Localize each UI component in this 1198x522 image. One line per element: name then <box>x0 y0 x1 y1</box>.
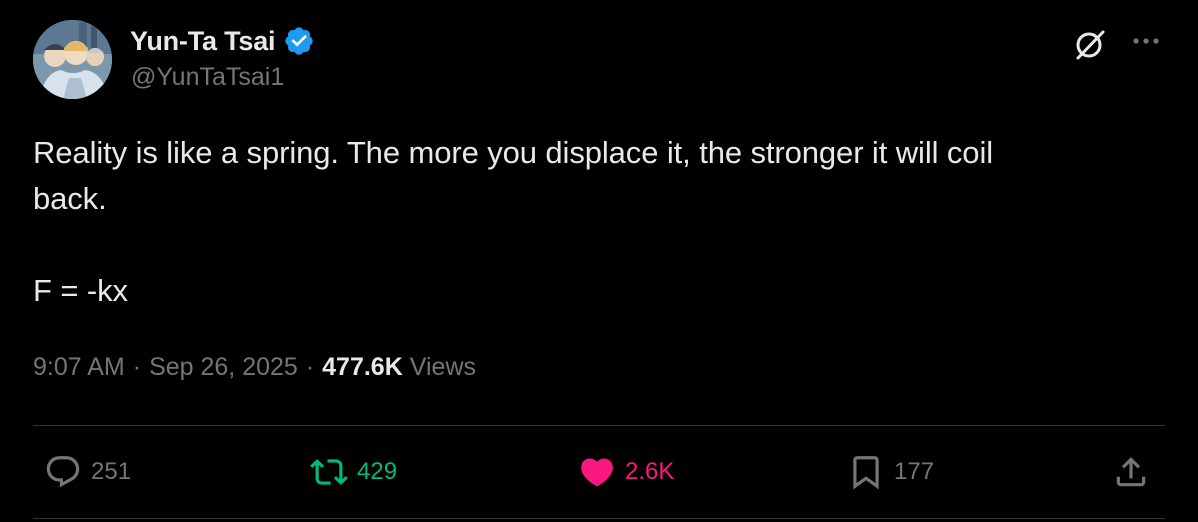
tweet-text: Reality is like a spring. The more you d… <box>33 135 994 308</box>
bookmark-icon <box>853 456 879 490</box>
reply-count: 251 <box>91 458 132 485</box>
bookmark-count: 177 <box>894 458 935 485</box>
tweet-card: Yun-Ta Tsai @YunTaTsai1 Reality is like … <box>0 0 1198 522</box>
views-label: Views <box>409 353 477 381</box>
more-icon[interactable] <box>1126 24 1166 60</box>
tweet-metadata: 9:07 AM · Sep 26, 2025 · 477.6K Views <box>33 353 476 382</box>
verified-badge-icon[interactable] <box>283 25 315 57</box>
share-button[interactable] <box>1112 452 1150 492</box>
grok-icon[interactable] <box>1070 24 1110 64</box>
reply-icon <box>46 456 80 488</box>
views-count: 477.6K <box>322 353 403 381</box>
retweet-icon <box>310 459 348 485</box>
separator-dot: · <box>132 353 142 381</box>
retweet-button[interactable]: 429 <box>310 452 397 492</box>
share-icon <box>1116 457 1146 487</box>
author-name-row: Yun-Ta Tsai <box>130 24 315 58</box>
heart-icon <box>581 458 613 487</box>
display-name[interactable]: Yun-Ta Tsai <box>130 26 276 57</box>
divider <box>33 518 1165 519</box>
reply-button[interactable]: 251 <box>44 452 131 492</box>
tweet-date[interactable]: Sep 26, 2025 <box>149 353 298 382</box>
tweet-time[interactable]: 9:07 AM <box>33 353 125 382</box>
like-count: 2.6K <box>625 458 675 485</box>
divider <box>33 425 1165 426</box>
separator-dot: · <box>305 353 315 381</box>
like-button[interactable]: 2.6K <box>578 452 674 492</box>
handle[interactable]: @YunTaTsai1 <box>131 63 284 92</box>
retweet-count: 429 <box>357 458 398 485</box>
avatar[interactable] <box>33 20 112 99</box>
bookmark-button[interactable]: 177 <box>847 452 934 492</box>
